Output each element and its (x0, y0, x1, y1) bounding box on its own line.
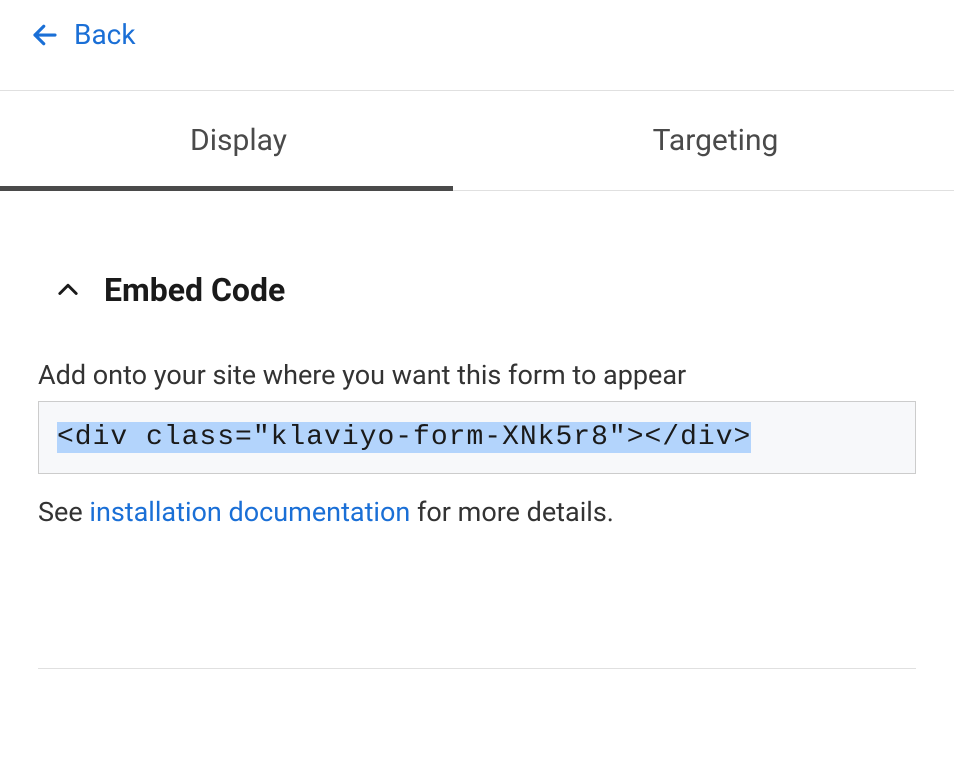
embed-help-text: See installation documentation for more … (38, 496, 916, 528)
embed-code-text: <div class="klaviyo-form-XNk5r8"></div> (57, 422, 751, 453)
divider (38, 668, 916, 669)
tab-targeting-label: Targeting (653, 123, 779, 158)
help-prefix: See (38, 496, 89, 528)
chevron-up-icon (38, 276, 82, 304)
header: Back (0, 0, 954, 90)
content: Embed Code Add onto your site where you … (0, 191, 954, 669)
back-label: Back (74, 18, 136, 51)
arrow-left-icon (30, 20, 60, 50)
embed-section-toggle[interactable]: Embed Code (38, 271, 916, 309)
tab-display-label: Display (190, 123, 287, 158)
embed-section-title: Embed Code (104, 271, 285, 309)
help-suffix: for more details. (410, 496, 614, 528)
tabs: Display Targeting (0, 90, 954, 191)
installation-docs-link[interactable]: installation documentation (89, 496, 410, 528)
embed-code-box[interactable]: <div class="klaviyo-form-XNk5r8"></div> (38, 401, 916, 474)
tab-display[interactable]: Display (0, 91, 477, 190)
back-button[interactable]: Back (30, 18, 136, 51)
embed-instruction: Add onto your site where you want this f… (38, 359, 916, 391)
tab-targeting[interactable]: Targeting (477, 91, 954, 190)
